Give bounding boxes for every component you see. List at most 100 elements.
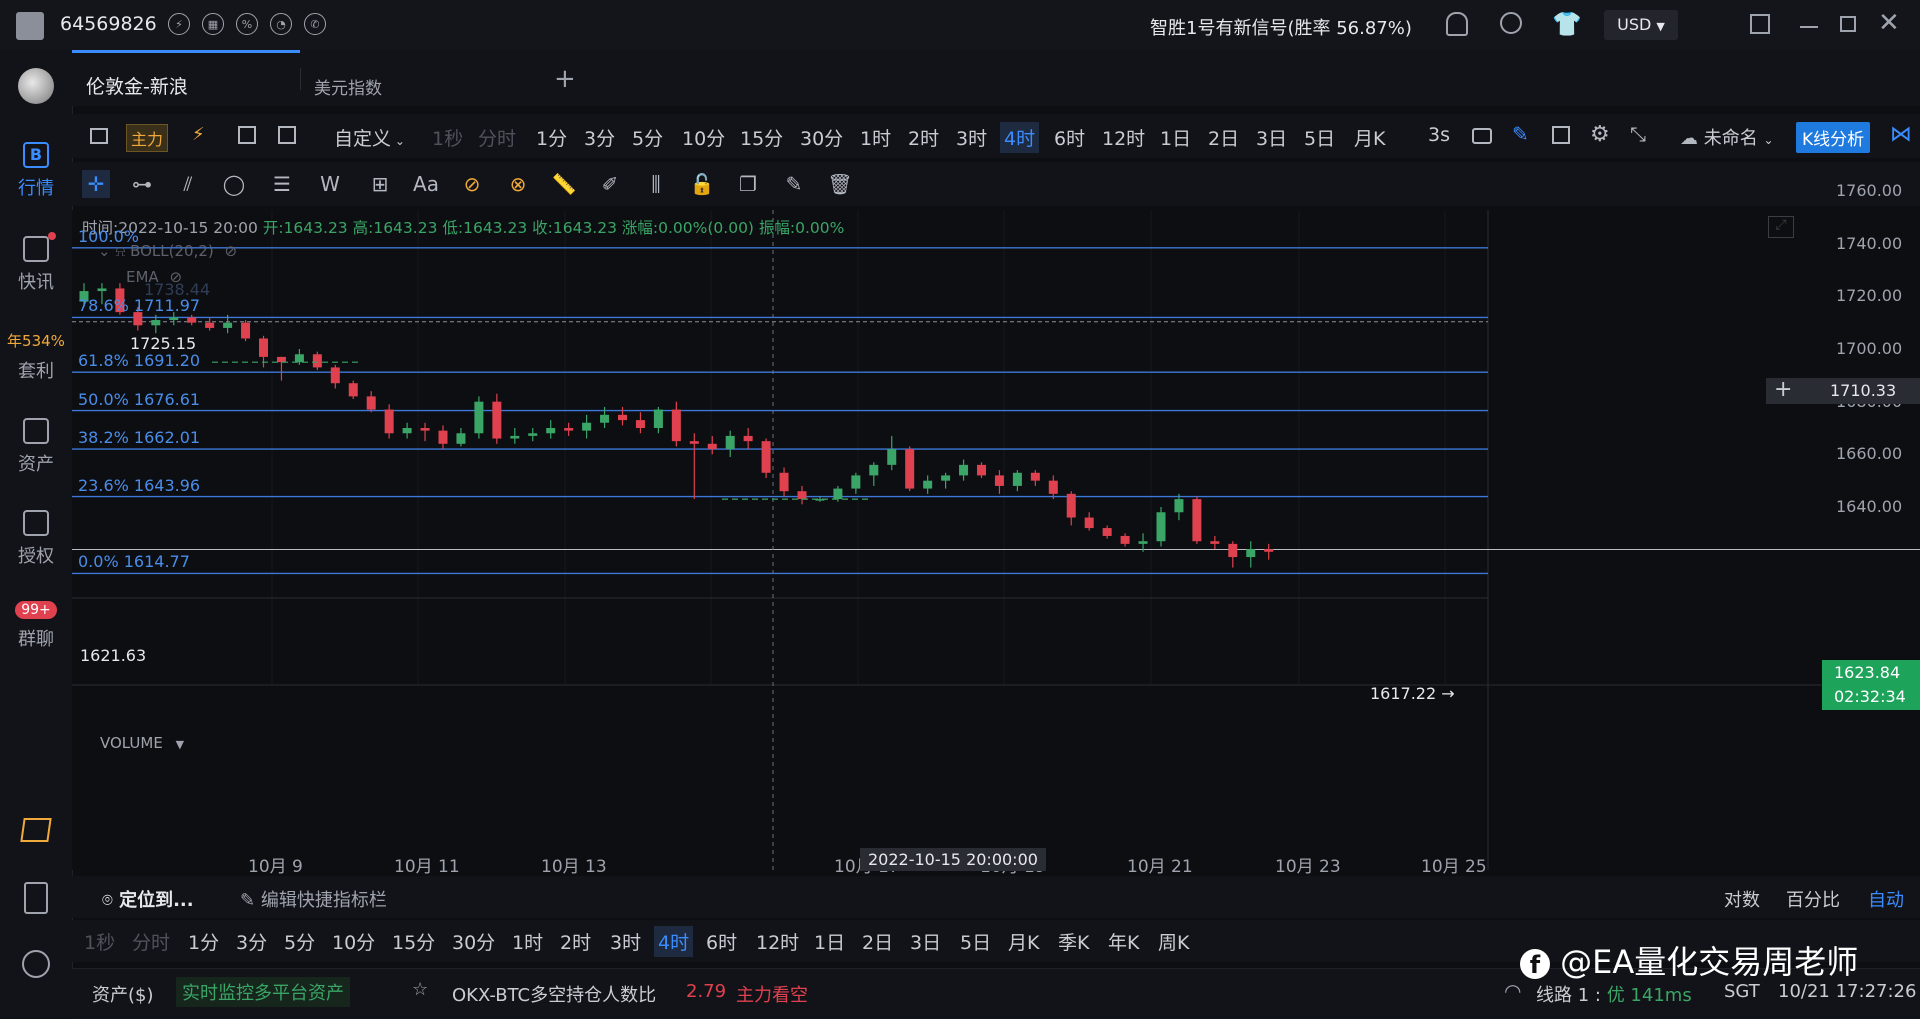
btf-1d[interactable]: 1日 — [814, 928, 845, 955]
tf-1h[interactable]: 1时 — [860, 124, 891, 151]
sidebar-item-assets[interactable]: 资产 — [0, 418, 72, 476]
tab-london-gold[interactable]: 伦敦金-新浪 — [86, 72, 188, 99]
sidebar-item-market[interactable]: B 行情 — [0, 142, 72, 200]
tablet-icon[interactable] — [24, 882, 48, 914]
percent-icon[interactable]: % — [236, 13, 258, 35]
btf-30m[interactable]: 30分 — [452, 928, 495, 955]
chart-type-icon[interactable] — [90, 128, 108, 144]
btf-3m[interactable]: 3分 — [236, 928, 267, 955]
phone-icon[interactable]: ✆ — [304, 13, 326, 35]
btf-3h[interactable]: 3时 — [610, 928, 641, 955]
eraser-icon[interactable]: ✐ — [596, 170, 624, 198]
signal-notice[interactable]: 智胜1号有新信号(胜率 56.87%) — [1150, 14, 1412, 40]
tf-3h[interactable]: 3时 — [956, 124, 987, 151]
measure-box-icon[interactable]: ⊞ — [366, 170, 394, 198]
layout-save-dropdown[interactable]: ☁ 未命名 ⌄ — [1680, 124, 1774, 150]
auto-scale-button[interactable]: 自动 — [1868, 886, 1904, 912]
locate-button[interactable]: ⌾ 定位到... — [102, 886, 194, 912]
text-tool-icon[interactable]: Aa — [412, 170, 440, 198]
collapse-icon[interactable]: ⤡ — [1630, 122, 1646, 146]
candle-settings-icon[interactable]: ⫼ — [642, 170, 670, 198]
btf-15m[interactable]: 15分 — [392, 928, 435, 955]
camera-icon[interactable] — [1472, 128, 1492, 144]
tf-4h[interactable]: 4时 — [1000, 122, 1040, 153]
speed-icon[interactable]: ◔ — [270, 13, 292, 35]
pin-icon[interactable]: ☆ — [412, 979, 428, 1000]
btf-quarter[interactable]: 季K — [1058, 928, 1089, 955]
btf-3d[interactable]: 3日 — [910, 928, 941, 955]
btf-1h[interactable]: 1时 — [512, 928, 543, 955]
tf-1m[interactable]: 1分 — [536, 124, 567, 151]
candlestick-chart[interactable] — [72, 210, 1920, 870]
main-force-button[interactable]: 主力 — [126, 124, 169, 152]
assets-label[interactable]: 资产($) — [92, 981, 154, 1007]
btf-5m[interactable]: 5分 — [284, 928, 315, 955]
refresh-interval[interactable]: 3s — [1428, 124, 1450, 146]
tf-month[interactable]: 月K — [1354, 124, 1385, 151]
note-icon[interactable] — [1552, 126, 1570, 144]
tf-tick[interactable]: 分时 — [478, 124, 516, 151]
copy-icon[interactable]: ❐ — [734, 170, 762, 198]
window-layout-icon[interactable] — [1750, 14, 1770, 34]
currency-select[interactable]: USD ▼ — [1604, 10, 1678, 40]
line-status[interactable]: 线路 1 : 优 141ms — [1536, 981, 1692, 1007]
fib-tool-icon[interactable]: ⊘ — [458, 170, 486, 198]
sidebar-item-auth[interactable]: 授权 — [0, 510, 72, 568]
gear-icon[interactable]: ⚙ — [1590, 122, 1610, 147]
shirt-icon[interactable]: 👕 — [1552, 10, 1582, 38]
calendar-icon[interactable] — [238, 126, 256, 144]
btf-year[interactable]: 年K — [1108, 928, 1139, 955]
tab-dollar-index[interactable]: 美元指数 — [314, 74, 382, 99]
sidebar-item-arbitrage[interactable]: 年534% 套利 — [0, 330, 72, 383]
magnet-icon[interactable]: ⊗ — [504, 170, 532, 198]
tf-15m[interactable]: 15分 — [740, 124, 783, 151]
layout-icon[interactable] — [278, 126, 296, 144]
trend-lines-icon[interactable]: ⫽ — [174, 170, 202, 198]
bell-icon[interactable] — [1446, 12, 1468, 36]
edit-list-icon[interactable]: ✎ — [780, 170, 808, 198]
btf-4h[interactable]: 4时 — [654, 926, 694, 957]
ellipse-icon[interactable]: ◯ — [220, 170, 248, 198]
custom-dropdown[interactable]: 自定义 ⌄ — [334, 124, 405, 151]
btf-month[interactable]: 月K — [1008, 928, 1039, 955]
btf-10m[interactable]: 10分 — [332, 928, 375, 955]
btf-2h[interactable]: 2时 — [560, 928, 591, 955]
btf-5d[interactable]: 5日 — [960, 928, 991, 955]
btf-week[interactable]: 周K — [1158, 928, 1189, 955]
lightning-signal-icon[interactable]: ⚡ — [192, 124, 205, 145]
search-icon[interactable] — [1500, 12, 1522, 34]
share-icon[interactable]: ⋈ — [1890, 122, 1912, 147]
close-icon[interactable]: ✕ — [1878, 8, 1900, 38]
volume-indicator[interactable]: VOLUME ▼ — [100, 734, 184, 752]
sidebar-item-chat[interactable]: 99+ 群聊 — [0, 598, 72, 651]
kline-analysis-button[interactable]: K线分析 — [1796, 122, 1871, 153]
settings-icon[interactable] — [22, 950, 50, 978]
tf-2h[interactable]: 2时 — [908, 124, 939, 151]
tf-3d[interactable]: 3日 — [1256, 124, 1287, 151]
diamond-icon[interactable] — [20, 818, 52, 842]
monitor-assets-button[interactable]: 实时监控多平台资产 — [176, 977, 350, 1007]
edit-indicator-button[interactable]: ✎ 编辑快捷指标栏 — [240, 886, 387, 912]
btf-tick[interactable]: 分时 — [132, 928, 170, 955]
minimize-icon[interactable] — [1800, 26, 1818, 28]
ruler-line-icon[interactable]: ⊶ — [128, 170, 156, 198]
btf-6h[interactable]: 6时 — [706, 928, 737, 955]
tf-3m[interactable]: 3分 — [584, 124, 615, 151]
sidebar-item-news[interactable]: 快讯 — [0, 232, 72, 294]
trash-icon[interactable]: 🗑 — [826, 170, 854, 198]
tf-5d[interactable]: 5日 — [1304, 124, 1335, 151]
chart-area[interactable]: 时间:2022-10-15 20:00 开:1643.23 高:1643.23 … — [72, 181, 1920, 877]
add-tab-button[interactable]: + — [554, 64, 576, 94]
wave-icon[interactable]: W — [316, 170, 344, 198]
avatar[interactable] — [16, 12, 44, 40]
btf-2d[interactable]: 2日 — [862, 928, 893, 955]
tf-12h[interactable]: 12时 — [1102, 124, 1145, 151]
parallel-lines-icon[interactable]: ☰ — [268, 170, 296, 198]
lock-icon[interactable]: 🔓 — [688, 170, 716, 198]
tf-1d[interactable]: 1日 — [1160, 124, 1191, 151]
tf-1s[interactable]: 1秒 — [432, 124, 463, 151]
tf-6h[interactable]: 6时 — [1054, 124, 1085, 151]
lightning-icon[interactable]: ⚡ — [168, 13, 190, 35]
eye-off-icon[interactable]: ⊘ — [225, 242, 238, 260]
percent-scale-button[interactable]: 百分比 — [1786, 886, 1840, 912]
